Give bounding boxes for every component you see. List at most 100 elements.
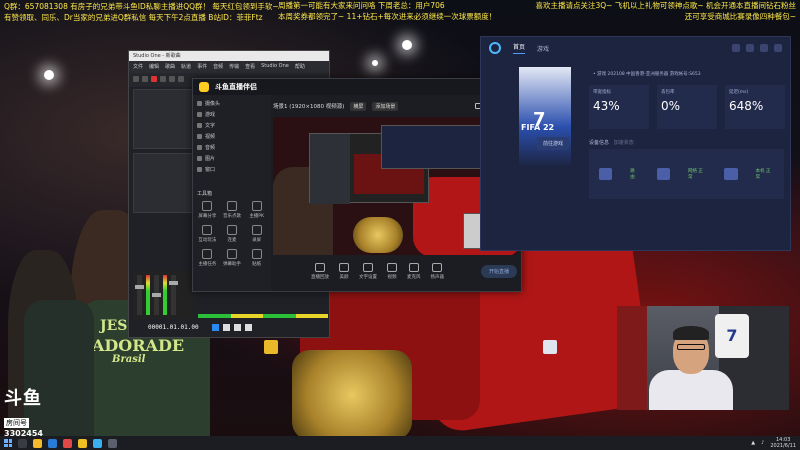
- system-tray: ▲ ♪ 14:03 2021/6/11: [751, 437, 796, 449]
- scene-item[interactable]: 窗口: [197, 165, 267, 174]
- mic-icon: [408, 262, 419, 272]
- nav-home[interactable]: 首页: [513, 42, 526, 54]
- tool-button[interactable]: 主播PK: [246, 201, 267, 219]
- eye-icon[interactable]: [197, 112, 202, 117]
- tool-icon[interactable]: [178, 76, 184, 82]
- orientation-toggle[interactable]: 横屏: [350, 101, 367, 111]
- preview-bottom-bar: 直播回放 美颜 文字设置 视频 麦克风 扬声器 开始直播: [273, 255, 517, 287]
- scene-item[interactable]: 图片: [197, 154, 267, 163]
- menu-item[interactable]: 事件: [197, 63, 207, 71]
- tool-button[interactable]: 贴纸: [246, 249, 267, 267]
- menu-item[interactable]: Studio One: [261, 63, 289, 71]
- mic-link-icon: [226, 225, 237, 235]
- network-icon[interactable]: ▲: [751, 440, 755, 446]
- volume-fader[interactable]: [152, 275, 161, 315]
- preview-belt: [353, 217, 403, 253]
- app-icon[interactable]: [93, 438, 102, 448]
- nav-games[interactable]: 游戏: [537, 44, 549, 53]
- transport-time: 00001.01.01.00: [148, 324, 199, 331]
- desktop-app-icon[interactable]: [543, 340, 557, 354]
- tool-icon[interactable]: [169, 76, 175, 82]
- stat-value: 0%: [661, 99, 681, 113]
- record-button-icon[interactable]: [234, 324, 241, 331]
- menu-item[interactable]: 编辑: [149, 63, 159, 71]
- bottom-button[interactable]: 麦克风: [407, 262, 421, 280]
- tool-button[interactable]: 弹幕助手: [222, 249, 243, 267]
- tool-button[interactable]: 屏幕分享: [197, 201, 218, 219]
- stage-light: [44, 70, 54, 80]
- tool-button[interactable]: 主播任务: [197, 249, 218, 267]
- bottom-button[interactable]: 美颜: [339, 262, 349, 280]
- stat-card: 延迟(ms) 648%: [725, 85, 785, 129]
- bottom-button[interactable]: 扬声器: [431, 262, 444, 280]
- eye-icon[interactable]: [197, 134, 202, 139]
- search-icon[interactable]: [18, 438, 27, 448]
- menu-item[interactable]: 歌曲: [165, 63, 175, 71]
- scene-item[interactable]: 音频: [197, 143, 267, 152]
- track-slot[interactable]: [133, 153, 193, 213]
- app-icon[interactable]: [78, 438, 87, 448]
- launch-game-button[interactable]: 前往游戏: [537, 137, 570, 150]
- avatar[interactable]: [732, 44, 740, 52]
- stream-companion-window[interactable]: 斗鱼直播伴侣 – □ ✕ 摄像头 游戏 文字 视频 音频 图片 窗口 工具箱 屏…: [192, 78, 522, 292]
- scene-item[interactable]: 游戏: [197, 110, 267, 119]
- tool-button[interactable]: 音乐点歌: [222, 201, 243, 219]
- tool-button[interactable]: 录屏: [246, 225, 267, 243]
- eye-icon[interactable]: [197, 167, 202, 172]
- computer-icon: [599, 168, 613, 180]
- menu-item[interactable]: 轨道: [181, 63, 191, 71]
- scene-item[interactable]: 摄像头: [197, 99, 267, 108]
- bottom-button[interactable]: 视频: [387, 262, 397, 280]
- record-icon[interactable]: [151, 76, 157, 82]
- stop-icon[interactable]: [212, 324, 219, 331]
- mixer-panel: [133, 271, 193, 319]
- volume-fader[interactable]: [169, 275, 178, 315]
- tool-button[interactable]: 互动玩法: [197, 225, 218, 243]
- menu-item[interactable]: 音频: [213, 63, 223, 71]
- eye-icon[interactable]: [197, 123, 202, 128]
- menu-item[interactable]: 传输: [229, 63, 239, 71]
- tool-icon[interactable]: [142, 76, 148, 82]
- menu-item[interactable]: 查看: [245, 63, 255, 71]
- play-icon[interactable]: [223, 324, 230, 331]
- clock[interactable]: 14:03 2021/6/11: [770, 437, 796, 449]
- nav-controls: [732, 44, 782, 52]
- bottom-button[interactable]: 文字设置: [359, 262, 377, 280]
- desktop-file-icon[interactable]: [264, 340, 278, 354]
- close-icon[interactable]: [774, 44, 782, 52]
- toolbox-label: 工具箱: [197, 191, 213, 197]
- menu-item[interactable]: 帮助: [295, 63, 305, 71]
- eye-icon[interactable]: [197, 145, 202, 150]
- eye-icon[interactable]: [197, 156, 202, 161]
- app-icon[interactable]: [108, 438, 117, 448]
- volume-fader[interactable]: [135, 275, 144, 315]
- danmaku-icon: [226, 249, 237, 259]
- scene-item[interactable]: 视频: [197, 132, 267, 141]
- stat-label: 丢包率: [661, 90, 675, 95]
- stat-value: 648%: [729, 99, 764, 113]
- track-slot[interactable]: [133, 89, 193, 149]
- menu-icon[interactable]: [746, 44, 754, 52]
- loop-icon[interactable]: [245, 324, 252, 331]
- tool-button[interactable]: 连麦: [222, 225, 243, 243]
- browser-icon[interactable]: [48, 438, 57, 448]
- tool-icon[interactable]: [133, 76, 139, 82]
- folder-icon[interactable]: [33, 438, 42, 448]
- add-scene-button[interactable]: 添加场景: [372, 101, 399, 111]
- start-icon[interactable]: [4, 439, 12, 447]
- color-strip: [198, 314, 328, 318]
- daw-titlebar[interactable]: Studio One - 新歌曲: [129, 51, 329, 61]
- webcam-wall: [617, 306, 647, 410]
- go-live-button[interactable]: 开始直播: [480, 264, 517, 278]
- bottom-button[interactable]: 直播回放: [311, 262, 329, 280]
- stats-row: 带宽指标 43% 丢包率 0% 延迟(ms) 648%: [589, 85, 785, 129]
- app-icon[interactable]: [63, 438, 72, 448]
- volume-icon[interactable]: ♪: [761, 440, 764, 446]
- eye-icon[interactable]: [197, 101, 202, 106]
- accelerator-window[interactable]: 首页 游戏 7 FIFA 22 前往游戏 • 游戏 202108 中国香港-亚洲…: [480, 36, 791, 251]
- tool-icon[interactable]: [160, 76, 166, 82]
- menu-item[interactable]: 文件: [133, 63, 143, 71]
- game-cover[interactable]: 7: [519, 67, 571, 167]
- minimize-icon[interactable]: [760, 44, 768, 52]
- scene-item[interactable]: 文字: [197, 121, 267, 130]
